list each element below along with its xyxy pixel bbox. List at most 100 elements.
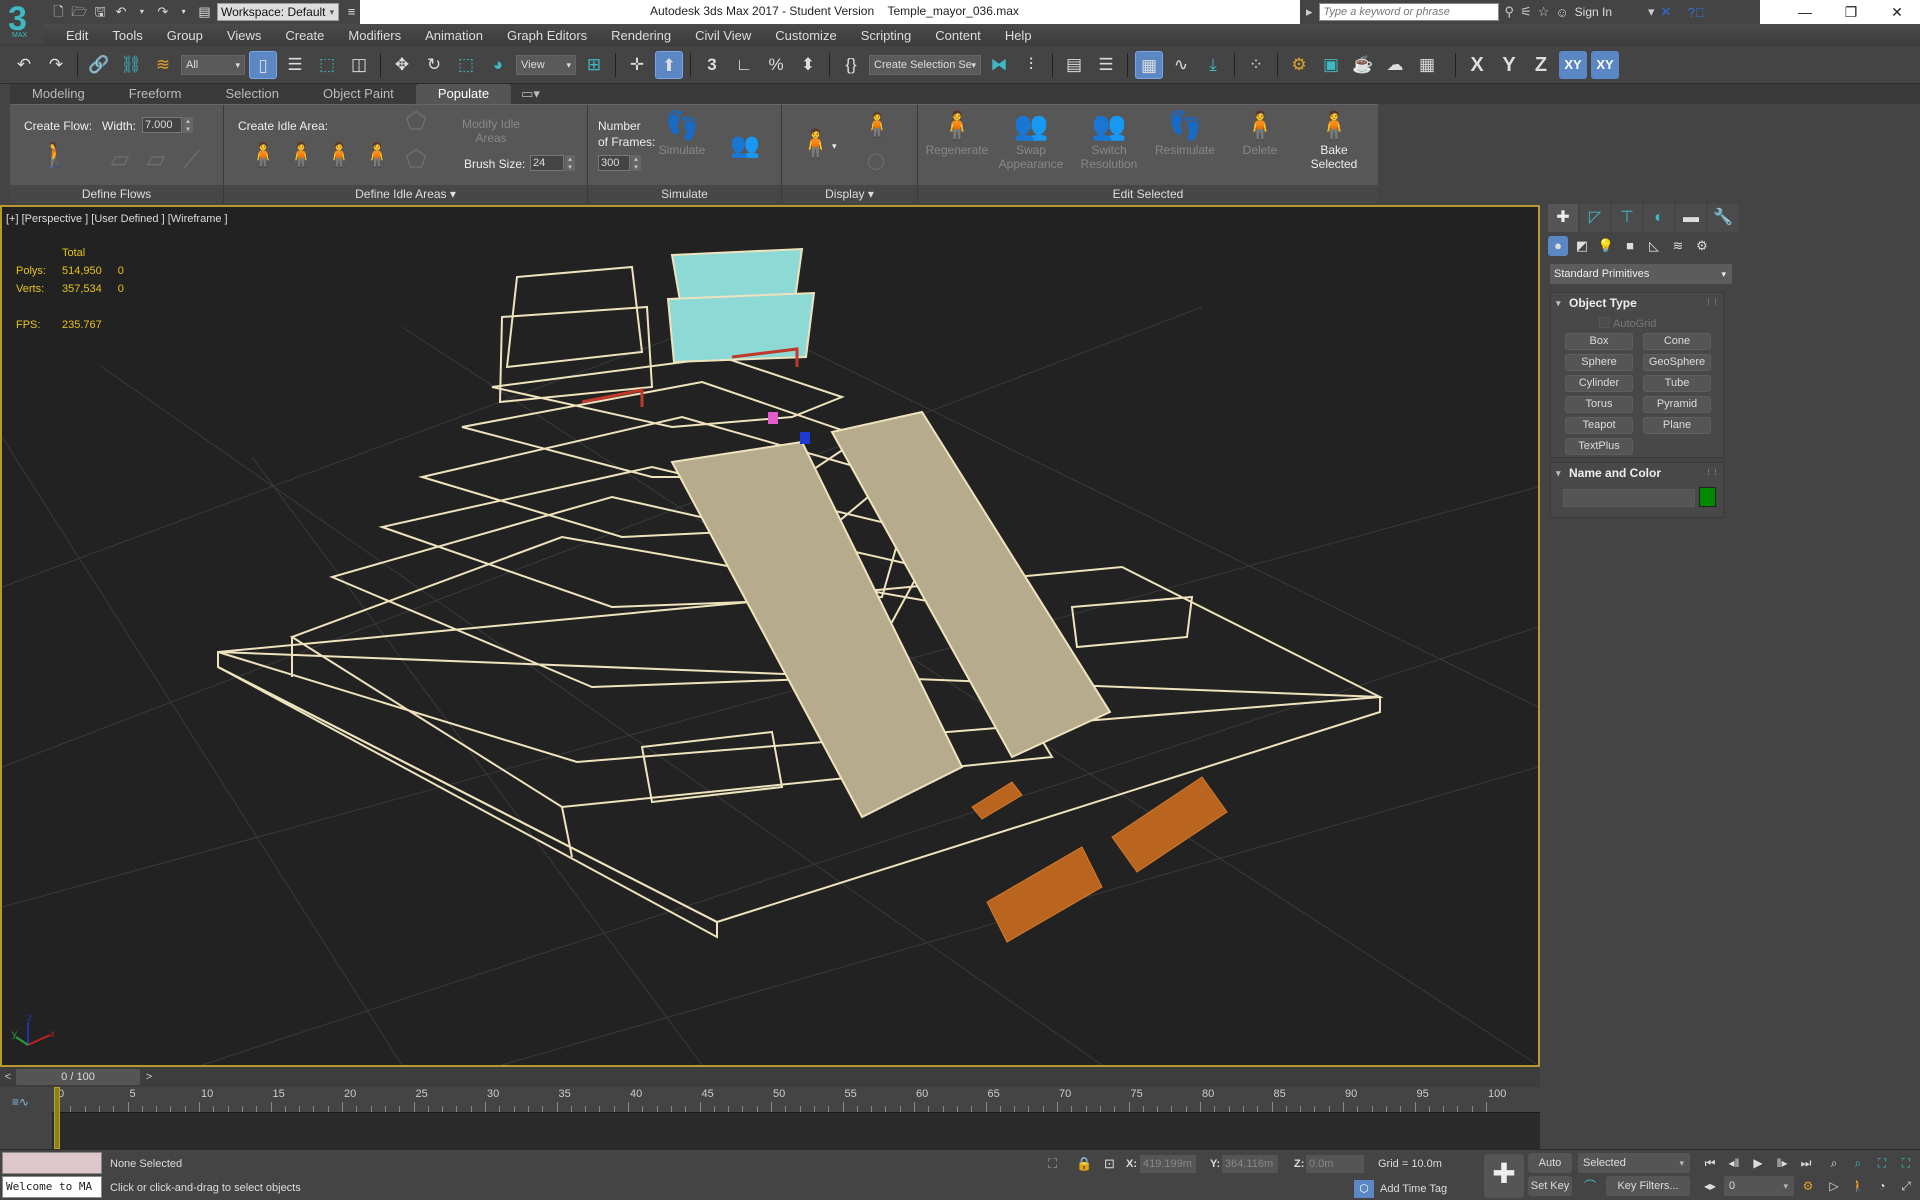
star-icon[interactable]: ☆ (1538, 4, 1550, 20)
menu-rendering[interactable]: Rendering (599, 28, 683, 43)
name-and-color-header[interactable]: Name and Color (1551, 463, 1723, 483)
pyramid-button[interactable]: Pyramid (1643, 396, 1711, 413)
menu-civil-view[interactable]: Civil View (683, 28, 763, 43)
restore-button[interactable]: ❐ (1828, 0, 1874, 24)
object-color-swatch[interactable] (1699, 487, 1716, 507)
menu-scripting[interactable]: Scripting (849, 28, 924, 43)
menu-modifiers[interactable]: Modifiers (336, 28, 413, 43)
add-idle-area-icon[interactable]: ⬠ (402, 105, 430, 139)
maximize-viewport-icon[interactable]: ⤢ (1896, 1176, 1916, 1196)
menu-animation[interactable]: Animation (413, 28, 495, 43)
idle-area-circle-icon[interactable]: 🧍 (362, 139, 392, 173)
snaps-toggle-icon[interactable]: 3 (698, 51, 726, 79)
display-flow-icon[interactable]: 🧍 (862, 109, 892, 143)
edit-named-selection-icon[interactable]: {} (837, 51, 865, 79)
current-frame-field[interactable]: 0 (1724, 1176, 1794, 1196)
angle-snap-icon[interactable]: ∟ (730, 51, 758, 79)
selection-lock-icon[interactable]: 🔒 (1076, 1156, 1092, 1172)
play-icon[interactable]: ▶ (1748, 1153, 1768, 1173)
zoom-all-icon[interactable]: ⌕ (1848, 1153, 1868, 1173)
reference-coordinate-dropdown[interactable]: View (516, 54, 576, 75)
viewport-label[interactable]: [+] [Perspective ] [User Defined ] [Wire… (6, 213, 228, 225)
link-icon[interactable]: 🔗 (85, 51, 113, 79)
object-name-input[interactable] (1563, 489, 1695, 507)
cone-button[interactable]: Cone (1643, 333, 1711, 350)
perspective-viewport[interactable]: [+] [Perspective ] [User Defined ] [Wire… (0, 205, 1540, 1067)
default-in-out-tangent-icon[interactable]: ⌒ (1580, 1176, 1600, 1196)
axis-x-button[interactable]: X (1463, 51, 1491, 79)
isolate-selection-icon[interactable]: ⛶ (1048, 1156, 1057, 1172)
zoom-icon[interactable]: ⌕ (1824, 1153, 1844, 1173)
redo-icon[interactable]: ↷ (42, 51, 70, 79)
named-selection-dropdown[interactable]: Create Selection Se (869, 54, 981, 75)
render-production-icon[interactable]: ☕ (1349, 51, 1377, 79)
zoom-extents-icon[interactable]: ⛶ (1872, 1153, 1892, 1173)
hierarchy-tab-icon[interactable]: ⊤ (1612, 204, 1642, 232)
tab-selection[interactable]: Selection (204, 84, 301, 104)
rotate-icon[interactable]: ↻ (420, 51, 448, 79)
idle-area-seated-icon[interactable]: 🧍 (248, 139, 278, 173)
ribbon-toggle-icon[interactable]: ▦ (1135, 50, 1163, 79)
mirror-icon[interactable]: ⧓ (985, 51, 1013, 79)
move-icon[interactable]: ✥ (388, 51, 416, 79)
auto-key-button[interactable]: Auto Key (1528, 1153, 1572, 1189)
next-frame-icon[interactable]: ‖▸ (1772, 1153, 1792, 1173)
schematic-view-icon[interactable]: ⤓ (1199, 51, 1227, 79)
tab-modeling[interactable]: Modeling (10, 84, 107, 104)
create-flow-segment-icon[interactable]: ▱ (106, 143, 134, 177)
menu-graph-editors[interactable]: Graph Editors (495, 28, 599, 43)
satellite-icon[interactable]: ⚟ (1520, 4, 1532, 20)
tab-freeform[interactable]: Freeform (107, 84, 204, 104)
walk-through-icon[interactable]: 🚶 (1848, 1176, 1868, 1196)
expand-arrow-icon[interactable]: ▸ (1306, 4, 1313, 20)
add-ramp-icon[interactable]: ▱ (142, 143, 170, 177)
undo-icon[interactable]: ↶ (113, 3, 130, 21)
layer-explorer-icon[interactable]: ☰ (1092, 51, 1120, 79)
utilities-tab-icon[interactable]: 🔧 (1708, 204, 1738, 232)
scene-explorer-icon[interactable]: ▤ (1060, 51, 1088, 79)
time-slider-thumb[interactable]: 0 / 100 (16, 1069, 140, 1085)
time-slider-prev[interactable]: < (1, 1069, 15, 1085)
render-setup-icon[interactable]: ⚙ (1285, 51, 1313, 79)
object-type-header[interactable]: Object Type (1551, 293, 1723, 313)
display-people-icon[interactable]: 🧍 (798, 127, 833, 161)
menu-tools[interactable]: Tools (100, 28, 154, 43)
select-object-icon[interactable]: ▯ (249, 50, 277, 79)
place-icon[interactable]: ◕ (484, 51, 512, 79)
save-icon[interactable]: 🖫 (92, 3, 109, 21)
axis-y-button[interactable]: Y (1495, 51, 1523, 79)
display-tab-icon[interactable]: ▬ (1676, 204, 1706, 232)
resimulate-button[interactable]: 👣 Resimulate (1150, 109, 1220, 157)
absolute-mode-icon[interactable]: ⊡ (1104, 1156, 1115, 1172)
autogrid-checkbox[interactable]: AutoGrid (1599, 317, 1656, 330)
systems-icon[interactable]: ⚙ (1692, 236, 1712, 256)
cameras-icon[interactable]: ■ (1620, 236, 1640, 256)
textplus-button[interactable]: TextPlus (1565, 438, 1633, 455)
geometry-icon[interactable]: ● (1548, 236, 1568, 256)
redo-icon[interactable]: ↷ (154, 3, 171, 21)
current-frame-marker[interactable] (54, 1087, 60, 1149)
create-tab-icon[interactable]: ✚ (1548, 204, 1578, 232)
minimize-button[interactable]: — (1782, 0, 1828, 24)
new-file-icon[interactable]: 🗋 (50, 3, 67, 21)
time-slider[interactable]: < 0 / 100 > (0, 1067, 1540, 1087)
align-icon[interactable]: ⫶ (1017, 51, 1045, 79)
menu-edit[interactable]: Edit (54, 28, 100, 43)
undo-icon[interactable]: ↶ (10, 51, 38, 79)
unlink-icon[interactable]: ⛓ (117, 51, 145, 79)
rectangular-selection-icon[interactable]: ⬚ (313, 51, 341, 79)
frame-ruler[interactable]: 0 5 10 15 20 25 30 35 40 45 50 55 60 65 70 75 80 85 90 95 10… (52, 1087, 1540, 1113)
ribbon-options-icon[interactable]: ▭▾ (511, 84, 550, 104)
y-coordinate-field[interactable]: 364.116m (1222, 1155, 1278, 1173)
modify-idle-areas-button[interactable]: Modify Idle Areas (456, 117, 526, 145)
cylinder-button[interactable]: Cylinder (1565, 375, 1633, 392)
binoculars-icon[interactable]: ⚲ (1505, 4, 1515, 20)
key-mode-toggle-icon[interactable]: ◂▸ (1700, 1176, 1720, 1196)
sign-in-button[interactable]: Sign In (1575, 5, 1612, 19)
previous-frame-icon[interactable]: ◂‖ (1724, 1153, 1744, 1173)
select-by-name-icon[interactable]: ☰ (281, 51, 309, 79)
menu-views[interactable]: Views (215, 28, 273, 43)
subtract-idle-area-icon[interactable]: ⬠ (402, 143, 430, 177)
z-coordinate-field[interactable]: 0.0m (1306, 1155, 1364, 1173)
spinner-snap-icon[interactable]: ⬍ (794, 51, 822, 79)
